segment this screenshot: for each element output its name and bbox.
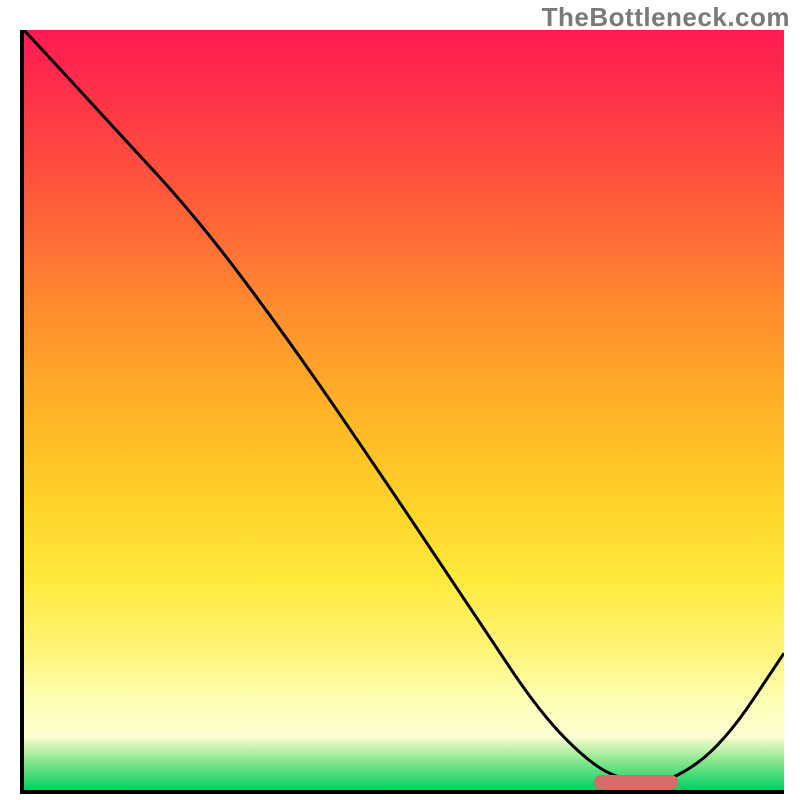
plot-area	[20, 30, 784, 794]
chart-container: TheBottleneck.com	[0, 0, 800, 800]
watermark-text: TheBottleneck.com	[542, 2, 790, 33]
optimal-range-marker	[594, 775, 678, 789]
bottleneck-curve	[24, 30, 784, 790]
